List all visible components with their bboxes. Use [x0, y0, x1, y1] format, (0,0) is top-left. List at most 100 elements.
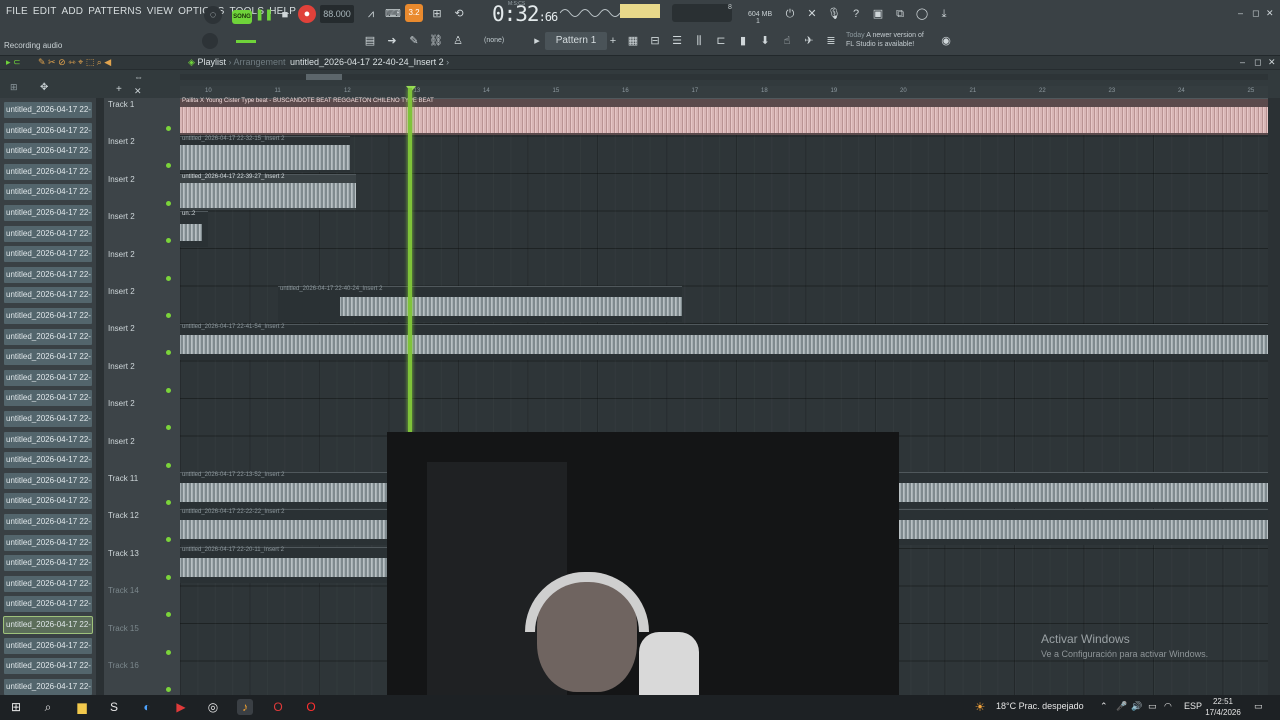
track-name[interactable]: Track 14	[108, 586, 139, 595]
track-mute-led[interactable]	[166, 687, 171, 692]
wait-input-icon[interactable]: ⌨	[384, 5, 402, 23]
browser-item[interactable]: untitled_2026-04-17 22-	[4, 308, 92, 324]
file-explorer-icon[interactable]: ▆	[74, 699, 90, 715]
volume-icon[interactable]: 🔊	[1131, 701, 1142, 712]
master-pitch-knob-icon[interactable]: ◌	[204, 6, 222, 24]
opera-gx-icon[interactable]: O	[270, 699, 286, 715]
game-icon[interactable]: ▶	[173, 699, 189, 715]
globe-icon[interactable]: ◉	[937, 32, 955, 50]
touch-icon[interactable]: ☝	[778, 32, 796, 50]
browser-item[interactable]: untitled_2026-04-17 22-	[4, 431, 92, 448]
playlist-max-icon[interactable]: ◻	[1254, 57, 1266, 67]
playlist-min-icon[interactable]: –	[1240, 57, 1252, 67]
menu-patterns[interactable]: PATTERNS	[88, 6, 141, 17]
channel-none-label[interactable]: (none)	[484, 37, 504, 44]
search-icon[interactable]: ⌕	[40, 699, 56, 715]
track-name[interactable]: Track 16	[108, 661, 139, 670]
track-name[interactable]: Insert 2	[108, 137, 135, 146]
minimize-icon[interactable]: –	[1238, 8, 1250, 18]
remote-icon[interactable]: ✈	[800, 32, 818, 50]
track-name[interactable]: Insert 2	[108, 175, 135, 184]
browser-scrollbar[interactable]	[96, 98, 104, 695]
browser-item[interactable]: untitled_2026-04-17 22-	[4, 411, 92, 427]
browser-item[interactable]: untitled_2026-04-17 22-	[4, 184, 92, 201]
playlist-icon[interactable]: ▦	[624, 32, 642, 50]
channel-rack-icon[interactable]: ⊟	[646, 32, 664, 50]
track-name[interactable]: Track 15	[108, 624, 139, 633]
tray-chevron-icon[interactable]: ⌃	[1100, 701, 1108, 712]
brush-icon[interactable]: ✎	[405, 32, 423, 50]
track-mute-led[interactable]	[166, 649, 171, 655]
menu-edit[interactable]: EDIT	[33, 6, 57, 17]
arrow-icon[interactable]: ➜	[383, 32, 401, 50]
track-mute-led[interactable]	[166, 612, 171, 618]
browser-item[interactable]: untitled_2026-04-17 22-	[4, 390, 92, 407]
menu-view[interactable]: VIEW	[147, 6, 173, 17]
browser-item[interactable]: untitled_2026-04-17 22-	[4, 143, 92, 160]
song-position[interactable]: 0:32:66	[492, 2, 558, 26]
overview-strip[interactable]	[180, 74, 1268, 80]
track-mute-led[interactable]	[166, 574, 171, 580]
snap-knob-icon[interactable]	[202, 33, 218, 49]
browser-item[interactable]: untitled_2026-04-17 22-	[3, 616, 93, 634]
battery-icon[interactable]: ▭	[1148, 701, 1157, 712]
browser-item[interactable]: untitled_2026-04-17 22-	[4, 472, 92, 489]
browser-item[interactable]: untitled_2026-04-17 22-	[4, 575, 92, 592]
track-name[interactable]: Insert 2	[108, 399, 135, 408]
stop-icon[interactable]: ■	[276, 6, 294, 24]
notifications-icon[interactable]: ▭	[1254, 701, 1263, 712]
pattern-selector[interactable]: Pattern 1	[545, 32, 607, 50]
master-volume-slider[interactable]	[672, 4, 732, 22]
stamp-icon[interactable]: ♙	[449, 32, 467, 50]
track-mute-led[interactable]	[166, 387, 171, 393]
help-icon[interactable]: ?	[847, 5, 865, 23]
overview-scroll-thumb[interactable]	[306, 74, 342, 80]
playlist-tools-icon[interactable]: ▸ ⊂	[6, 57, 21, 68]
playhead-line[interactable]	[408, 88, 412, 433]
browser-item[interactable]: untitled_2026-04-17 22-	[4, 369, 92, 386]
countdown-icon[interactable]: 3.2	[405, 4, 423, 22]
chat-icon[interactable]: ◯	[913, 5, 931, 23]
track-name[interactable]: Track 12	[108, 511, 139, 520]
piano-roll-icon[interactable]: ▤	[361, 32, 379, 50]
track-name[interactable]: Track 13	[108, 549, 139, 558]
track-mute-led[interactable]	[166, 163, 171, 169]
browser-item[interactable]: untitled_2026-04-17 22-	[4, 122, 92, 139]
power-icon[interactable]: ⏻	[781, 5, 799, 23]
song-mode-button[interactable]: SONG	[232, 10, 252, 24]
browser-item[interactable]: untitled_2026-04-17 22-	[4, 349, 92, 366]
browser-item[interactable]: untitled_2026-04-17 22-	[4, 266, 92, 283]
browser-item[interactable]: untitled_2026-04-17 22-	[4, 452, 92, 469]
plugin-picker-icon[interactable]: ⬇	[756, 32, 774, 50]
browser-icon[interactable]: ⊏	[712, 32, 730, 50]
clip-insert-b[interactable]: untitled_2026-04-17 22-39-27_Insert 2	[180, 174, 356, 210]
track-mute-led[interactable]	[166, 425, 171, 431]
weather-text[interactable]: 18°C Prac. despejado	[996, 701, 1084, 711]
clip-beat[interactable]: Pailita X Young Cister Type beat - BUSCA…	[180, 98, 1268, 135]
picker-toggle-icon[interactable]: ⊞	[10, 82, 18, 93]
browser-item[interactable]: untitled_2026-04-17 22-	[4, 555, 92, 572]
menu-add[interactable]: ADD	[62, 6, 84, 17]
browser-item[interactable]: untitled_2026-04-17 22-	[4, 514, 92, 530]
track-mute-led[interactable]	[166, 500, 171, 505]
add-pattern-icon[interactable]: +	[604, 32, 622, 50]
clip-insert-a[interactable]: untitled_2026-04-17 22-32-15_Insert 2	[180, 136, 350, 172]
clip-insert-d[interactable]: untitled_2026-04-17 22-40-24_Insert 2	[278, 286, 682, 322]
play-icon[interactable]: ❚❚	[255, 6, 273, 24]
clip-track13[interactable]: untitled_2026-04-17 22-20-11_Insert 2	[180, 547, 390, 583]
steam-icon[interactable]: ◐	[139, 699, 155, 715]
add-track-icon[interactable]: +	[116, 84, 122, 95]
menu-file[interactable]: FILE	[6, 6, 28, 17]
pattern-prev-icon[interactable]: ▸	[528, 32, 546, 50]
browser-item[interactable]: untitled_2026-04-17 22-	[4, 658, 92, 675]
clip-insert-c[interactable]: un..2	[180, 211, 208, 247]
track-name[interactable]: Track 1	[108, 100, 134, 109]
chrome-icon[interactable]: ◎	[205, 699, 221, 715]
piano-roll-icon-2[interactable]: ⫼	[690, 32, 708, 50]
browser-item[interactable]: untitled_2026-04-17 22-	[4, 637, 92, 654]
track-name[interactable]: Insert 2	[108, 250, 135, 259]
track-mute-led[interactable]	[166, 238, 171, 244]
mixer-icon[interactable]: ☰	[668, 32, 686, 50]
browser-item[interactable]: untitled_2026-04-17 22-	[4, 493, 92, 510]
browser-item[interactable]: untitled_2026-04-17 22-	[4, 246, 92, 263]
